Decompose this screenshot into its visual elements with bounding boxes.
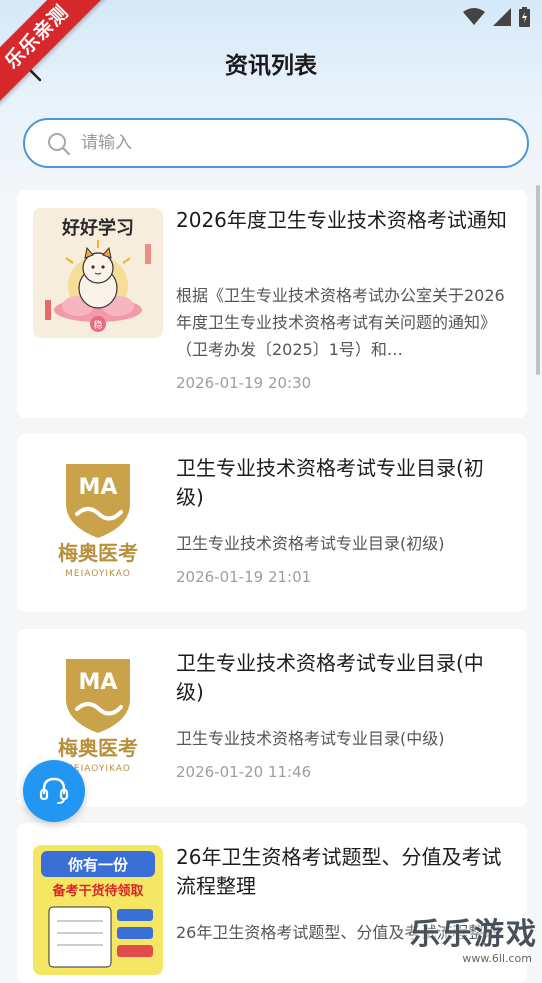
thumb-line-2: 备考干货待领取	[51, 883, 144, 899]
search-input[interactable]: 请输入	[23, 118, 529, 168]
article-card[interactable]: MA 梅奥医考 MEIAOYIKAO 卫生专业技术资格考试专业目录(初级) 卫生…	[17, 434, 527, 612]
watermark-url: www.6ll.com	[462, 952, 532, 965]
article-title: 2026年度卫生专业技术资格考试通知	[176, 208, 507, 232]
article-thumbnail: MA 梅奥医考 MEIAOYIKAO	[33, 456, 163, 586]
thumb-line-1: 你有一份	[67, 856, 129, 874]
article-date: 2026-01-19 21:01	[176, 568, 312, 586]
wifi-icon	[463, 8, 485, 25]
brand-mark: MA	[79, 475, 118, 500]
search-icon	[48, 133, 71, 156]
brand-mark: MA	[79, 670, 118, 695]
article-thumbnail: 你有一份 备考干货待领取	[33, 845, 163, 975]
article-title: 卫生专业技术资格考试专业目录(初级)	[176, 456, 484, 509]
brand-name: 梅奥医考	[58, 736, 138, 760]
battery-icon	[519, 7, 530, 27]
customer-support-button[interactable]	[23, 760, 85, 822]
article-description: 卫生专业技术资格考试专业目录(初级)	[176, 534, 445, 553]
brand-name: 梅奥医考	[58, 541, 138, 565]
article-description: 卫生专业技术资格考试专业目录(中级)	[176, 729, 445, 748]
article-card[interactable]: MA 梅奥医考 MEIAOYIKAO 卫生专业技术资格考试专业目录(中级) 卫生…	[17, 629, 527, 807]
page-title: 资讯列表	[225, 53, 317, 79]
article-description: 根据《卫生专业技术资格考试办公室关于2026年度卫生专业技术资格考试有关问题的通…	[176, 286, 505, 359]
scrollbar[interactable]	[536, 185, 540, 375]
article-card[interactable]: 你有一份 备考干货待领取 26年卫生资格考试题型、分值及考试流程整理 26年卫生…	[17, 823, 527, 983]
article-date: 2026-01-20 11:46	[176, 763, 312, 781]
search-placeholder: 请输入	[81, 133, 132, 153]
cell-signal-icon	[493, 8, 511, 26]
article-title: 26年卫生资格考试题型、分值及考试流程整理	[176, 845, 502, 898]
article-thumbnail: 好好学习 稳	[33, 208, 163, 338]
headset-icon	[39, 777, 69, 804]
watermark: 乐乐游戏	[410, 917, 538, 952]
brand-name-en: MEIAOYIKAO	[65, 569, 131, 579]
thumb-title: 好好学习	[61, 217, 134, 239]
article-title: 卫生专业技术资格考试专业目录(中级)	[176, 651, 484, 704]
thumb-badge: 稳	[93, 319, 102, 331]
article-card[interactable]: 好好学习 稳 2026年度卫生专业技术资格考试通知 根据《卫生专业技术资格考试办…	[17, 190, 527, 418]
article-date: 2026-01-19 20:30	[176, 374, 312, 392]
